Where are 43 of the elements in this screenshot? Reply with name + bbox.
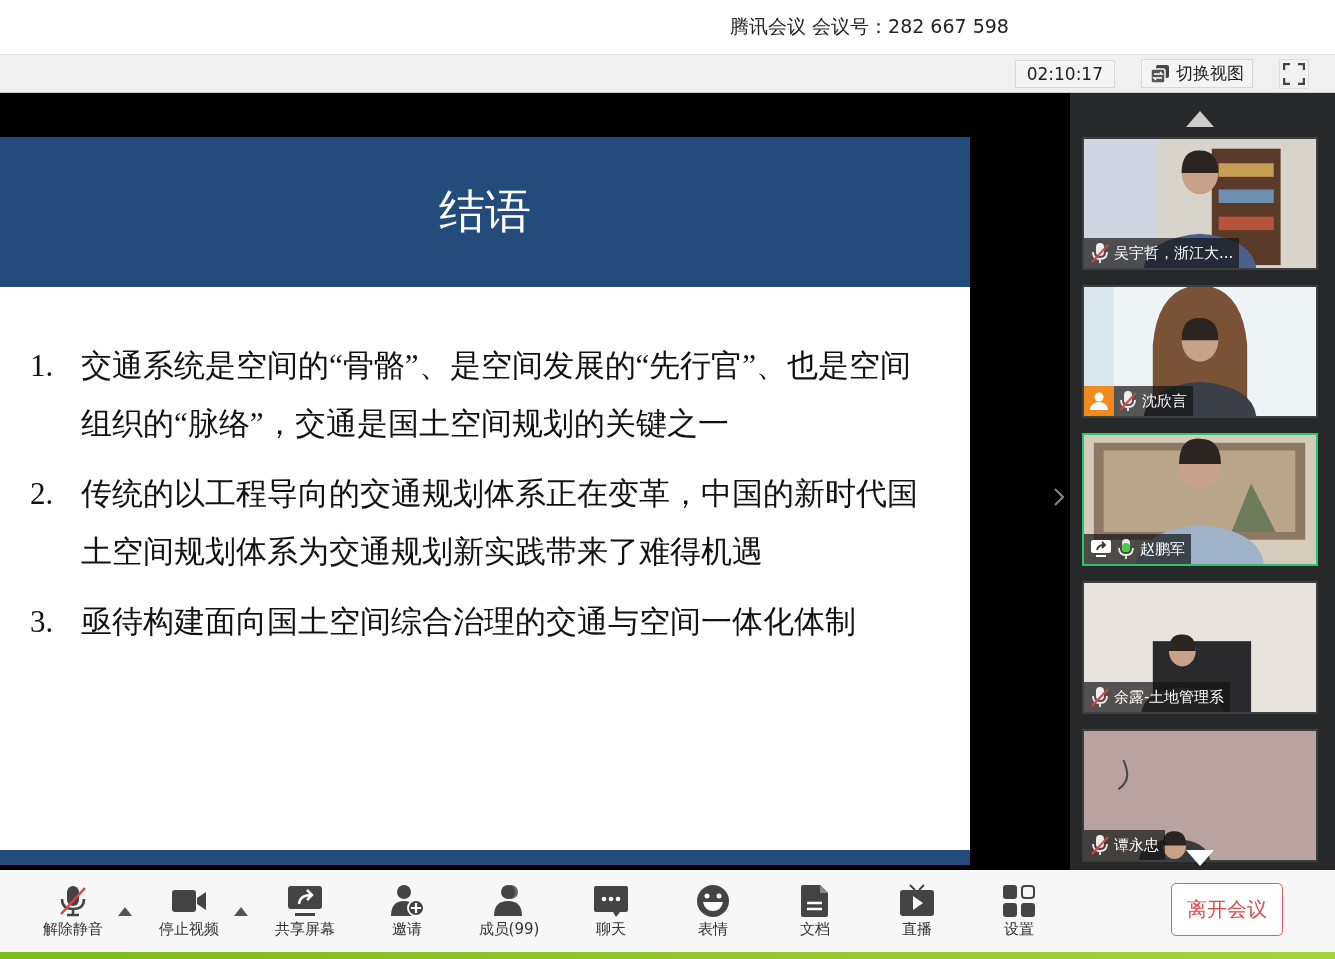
video-tile[interactable]: 余露-土地管理系 bbox=[1082, 581, 1318, 714]
toolbar-button[interactable]: 直播 bbox=[878, 883, 956, 939]
caret-icon[interactable] bbox=[118, 906, 132, 916]
toolbar-button[interactable]: 设置 bbox=[980, 883, 1058, 939]
toolbar-button[interactable]: 共享屏幕 bbox=[266, 883, 344, 939]
toolbar-button[interactable]: 聊天 bbox=[572, 883, 650, 939]
add-person-icon bbox=[389, 883, 425, 918]
scroll-up-icon[interactable] bbox=[1186, 111, 1214, 127]
smiley-icon bbox=[695, 883, 731, 918]
video-tile[interactable]: 沈欣言 bbox=[1082, 285, 1318, 418]
participant-name: 吴宇哲，浙江大... bbox=[1114, 243, 1234, 263]
chat-bubble-icon bbox=[593, 883, 629, 918]
slide-text: 传统的以工程导向的交通规划体系正在变革，中国的新时代国土空间规划体系为交通规划新实践带来了难得机遇 bbox=[81, 475, 919, 571]
list-number: 3. bbox=[30, 603, 55, 641]
grid-icon bbox=[1001, 883, 1037, 918]
toolbar-button[interactable]: 停止视频 bbox=[150, 883, 228, 939]
tv-play-icon bbox=[899, 883, 935, 918]
slide-title: 结语 bbox=[439, 183, 531, 240]
switch-view-button[interactable]: 切换视图 bbox=[1141, 59, 1253, 88]
slide-text: 交通系统是空间的“骨骼”、是空间发展的“先行官”、也是空间组织的“脉络”，交通是国土空间规划的关键之一 bbox=[81, 347, 913, 443]
participant-name: 谭永忠 bbox=[1114, 835, 1159, 855]
caret-icon[interactable] bbox=[234, 906, 248, 916]
window-title: 腾讯会议 会议号：282 667 598 bbox=[730, 14, 1009, 39]
slide-text: 亟待构建面向国土空间综合治理的交通与空间一体化体制 bbox=[81, 603, 857, 641]
video-tile[interactable]: 谭永忠 bbox=[1082, 729, 1318, 862]
video-tile[interactable]: 吴宇哲，浙江大... bbox=[1082, 137, 1318, 270]
fullscreen-button[interactable] bbox=[1279, 58, 1309, 89]
list-number: 2. bbox=[30, 475, 55, 513]
toolbar-button[interactable]: 解除静音 bbox=[34, 883, 112, 939]
participant-name: 赵鹏军 bbox=[1140, 539, 1185, 559]
video-tile[interactable]: 赵鹏军 bbox=[1082, 433, 1318, 566]
list-number: 1. bbox=[30, 347, 55, 385]
scroll-down-icon[interactable] bbox=[1186, 850, 1214, 866]
leave-meeting-button[interactable]: 离开会议 bbox=[1171, 883, 1283, 936]
switch-view-icon bbox=[1150, 63, 1170, 84]
toolbar-button[interactable]: 表情 bbox=[674, 883, 752, 939]
participant-name: 沈欣言 bbox=[1142, 391, 1187, 411]
toolbar-button[interactable]: 文档 bbox=[776, 883, 854, 939]
screen-share-icon bbox=[287, 883, 323, 918]
toolbar-button[interactable]: 邀请 bbox=[368, 883, 446, 939]
participant-name: 余露-土地管理系 bbox=[1114, 687, 1225, 707]
toolbar-button[interactable]: 成员(99) bbox=[470, 883, 548, 939]
meeting-timer: 02:10:17 bbox=[1014, 59, 1115, 88]
